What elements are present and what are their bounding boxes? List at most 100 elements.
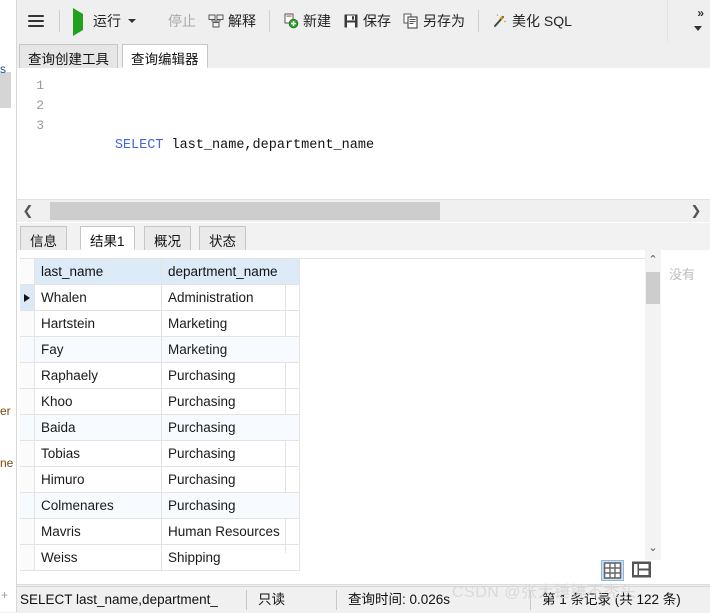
sql-keyword: SELECT (114, 138, 164, 153)
table-row[interactable]: Weiss Shipping (20, 544, 300, 571)
cell-last-name[interactable]: Colmenares (34, 492, 162, 519)
scroll-left-arrow-icon[interactable]: ❮ (20, 203, 36, 219)
cell-department-name[interactable]: Purchasing (161, 466, 300, 493)
table-row[interactable]: Himuro Purchasing (20, 466, 300, 493)
scroll-up-arrow-icon[interactable]: ⌃ (645, 252, 661, 268)
table-row[interactable]: Tobias Purchasing (20, 440, 300, 467)
cell-last-name[interactable]: Raphaely (34, 362, 162, 389)
line-number-3: 3 (36, 118, 44, 133)
run-dropdown-caret-icon[interactable] (128, 19, 136, 23)
vertical-scroll-thumb[interactable] (646, 272, 660, 304)
stop-button-label: 停止 (168, 13, 196, 29)
save-button-label: 保存 (363, 13, 391, 29)
scroll-down-arrow-icon[interactable]: ⌄ (645, 540, 661, 556)
table-row[interactable]: Baida Purchasing (20, 414, 300, 441)
toolbar-overflow-button[interactable]: » (697, 6, 704, 20)
result-grid-container: last_name department_name Whalen Adminis… (16, 250, 710, 571)
code-line-1: SELECT last_name,department_name (50, 116, 666, 153)
cell-last-name[interactable]: Tobias (34, 440, 162, 467)
play-icon (73, 8, 89, 36)
cell-last-name[interactable]: Baida (34, 414, 162, 441)
table-row[interactable]: Fay Marketing (20, 336, 300, 363)
sql-editor[interactable]: 1 2 3 SELECT last_name,department_name F… (16, 68, 667, 198)
sql-code-area[interactable]: SELECT last_name,department_name FROM em… (50, 76, 666, 198)
save-as-button[interactable]: 另存为 (397, 8, 471, 34)
status-query-text: SELECT last_name,department_ (20, 592, 218, 607)
toolbar-chevron-down-icon[interactable] (694, 26, 702, 31)
cell-department-name[interactable]: Administration (161, 284, 300, 311)
cell-department-name[interactable]: Purchasing (161, 388, 300, 415)
code-line-2: FROM employees e RIGHT OUTER JOIN depart… (50, 176, 666, 196)
row-marker (20, 414, 35, 441)
cell-department-name[interactable]: Marketing (161, 310, 300, 337)
result-grid[interactable]: last_name department_name Whalen Adminis… (20, 258, 657, 571)
table-row[interactable]: Raphaely Purchasing (20, 362, 300, 389)
column-header-last-name[interactable]: last_name (34, 258, 162, 285)
row-marker (20, 518, 35, 545)
left-edge-highlight (0, 72, 11, 108)
edge-plus-icon: + (1, 588, 9, 602)
cell-department-name[interactable]: Purchasing (161, 492, 300, 519)
cell-department-name[interactable]: Purchasing (161, 362, 300, 389)
cell-last-name[interactable]: Mavris (34, 518, 162, 545)
table-row[interactable]: Hartstein Marketing (20, 310, 300, 337)
status-read-only: 只读 (258, 592, 285, 607)
table-row[interactable]: Khoo Purchasing (20, 388, 300, 415)
table-row[interactable]: Whalen Administration (20, 284, 300, 311)
main-toolbar: 运行 停止 解释 新建 保存 另存为 美化 SQL » (16, 0, 710, 43)
table-row[interactable]: Colmenares Purchasing (20, 492, 300, 519)
editor-horizontal-scrollbar[interactable]: ❮ ❯ (16, 199, 710, 222)
menu-button[interactable] (20, 8, 52, 34)
explain-button[interactable]: 解释 (202, 8, 262, 34)
cell-last-name[interactable]: Himuro (34, 466, 162, 493)
row-marker (20, 388, 35, 415)
cell-department-name[interactable]: Shipping (161, 544, 300, 571)
stop-square-icon (148, 12, 164, 31)
save-as-button-label: 另存为 (423, 13, 465, 29)
cell-last-name[interactable]: Weiss (34, 544, 162, 571)
cell-department-name[interactable]: Human Resources (161, 518, 300, 545)
table-row[interactable]: Mavris Human Resources (20, 518, 300, 545)
editor-gutter: 1 2 3 (16, 68, 50, 198)
right-side-panel: 没有 (661, 250, 710, 560)
tab-query-builder[interactable]: 查询创建工具 (19, 44, 118, 68)
stop-button[interactable]: 停止 (142, 8, 202, 34)
tab-status[interactable]: 状态 (199, 226, 246, 250)
edge-fragment-2: ne (0, 456, 14, 470)
tab-profile[interactable]: 概况 (144, 226, 191, 250)
tab-query-editor[interactable]: 查询编辑器 (122, 44, 208, 68)
grid-vertical-scrollbar[interactable]: ⌃ ⌄ (645, 250, 661, 560)
cell-last-name[interactable]: Hartstein (34, 310, 162, 337)
toolbar-divider-3 (478, 10, 479, 32)
table-header-row: last_name department_name (20, 258, 300, 285)
cell-last-name[interactable]: Whalen (34, 284, 162, 311)
result-table: last_name department_name Whalen Adminis… (20, 258, 300, 571)
horizontal-scroll-thumb[interactable] (50, 202, 440, 220)
save-button[interactable]: 保存 (337, 8, 397, 34)
left-edge-strip: s er ne + (0, 0, 17, 612)
hamburger-icon (28, 14, 44, 28)
run-button[interactable]: 运行 (67, 8, 142, 36)
floppy-save-icon (343, 13, 359, 29)
edge-fragment-1: er (0, 404, 11, 418)
beautify-sql-button-label: 美化 SQL (512, 13, 572, 29)
row-marker (20, 492, 35, 519)
line-number-1: 1 (36, 78, 44, 93)
new-doc-icon (283, 13, 299, 29)
right-panel-text: 没有 (669, 267, 696, 282)
cell-department-name[interactable]: Purchasing (161, 414, 300, 441)
cell-last-name[interactable]: Fay (34, 336, 162, 363)
beautify-sql-button[interactable]: 美化 SQL (486, 8, 578, 34)
scroll-right-arrow-icon[interactable]: ❯ (688, 203, 704, 219)
cell-department-name[interactable]: Purchasing (161, 440, 300, 467)
cell-department-name[interactable]: Marketing (161, 336, 300, 363)
sql-editor-window: s er ne + 运行 停止 解释 新建 保存 另存为 美化 SQL » 查询… (0, 0, 710, 613)
current-row-pointer-icon (24, 294, 30, 302)
tab-result1[interactable]: 结果1 (80, 226, 135, 250)
cell-last-name[interactable]: Khoo (34, 388, 162, 415)
sql-text: last_name,department_name (163, 138, 375, 153)
column-header-department-name[interactable]: department_name (161, 258, 300, 285)
new-button[interactable]: 新建 (277, 8, 337, 34)
save-as-icon (403, 13, 419, 29)
tab-info[interactable]: 信息 (20, 226, 67, 250)
